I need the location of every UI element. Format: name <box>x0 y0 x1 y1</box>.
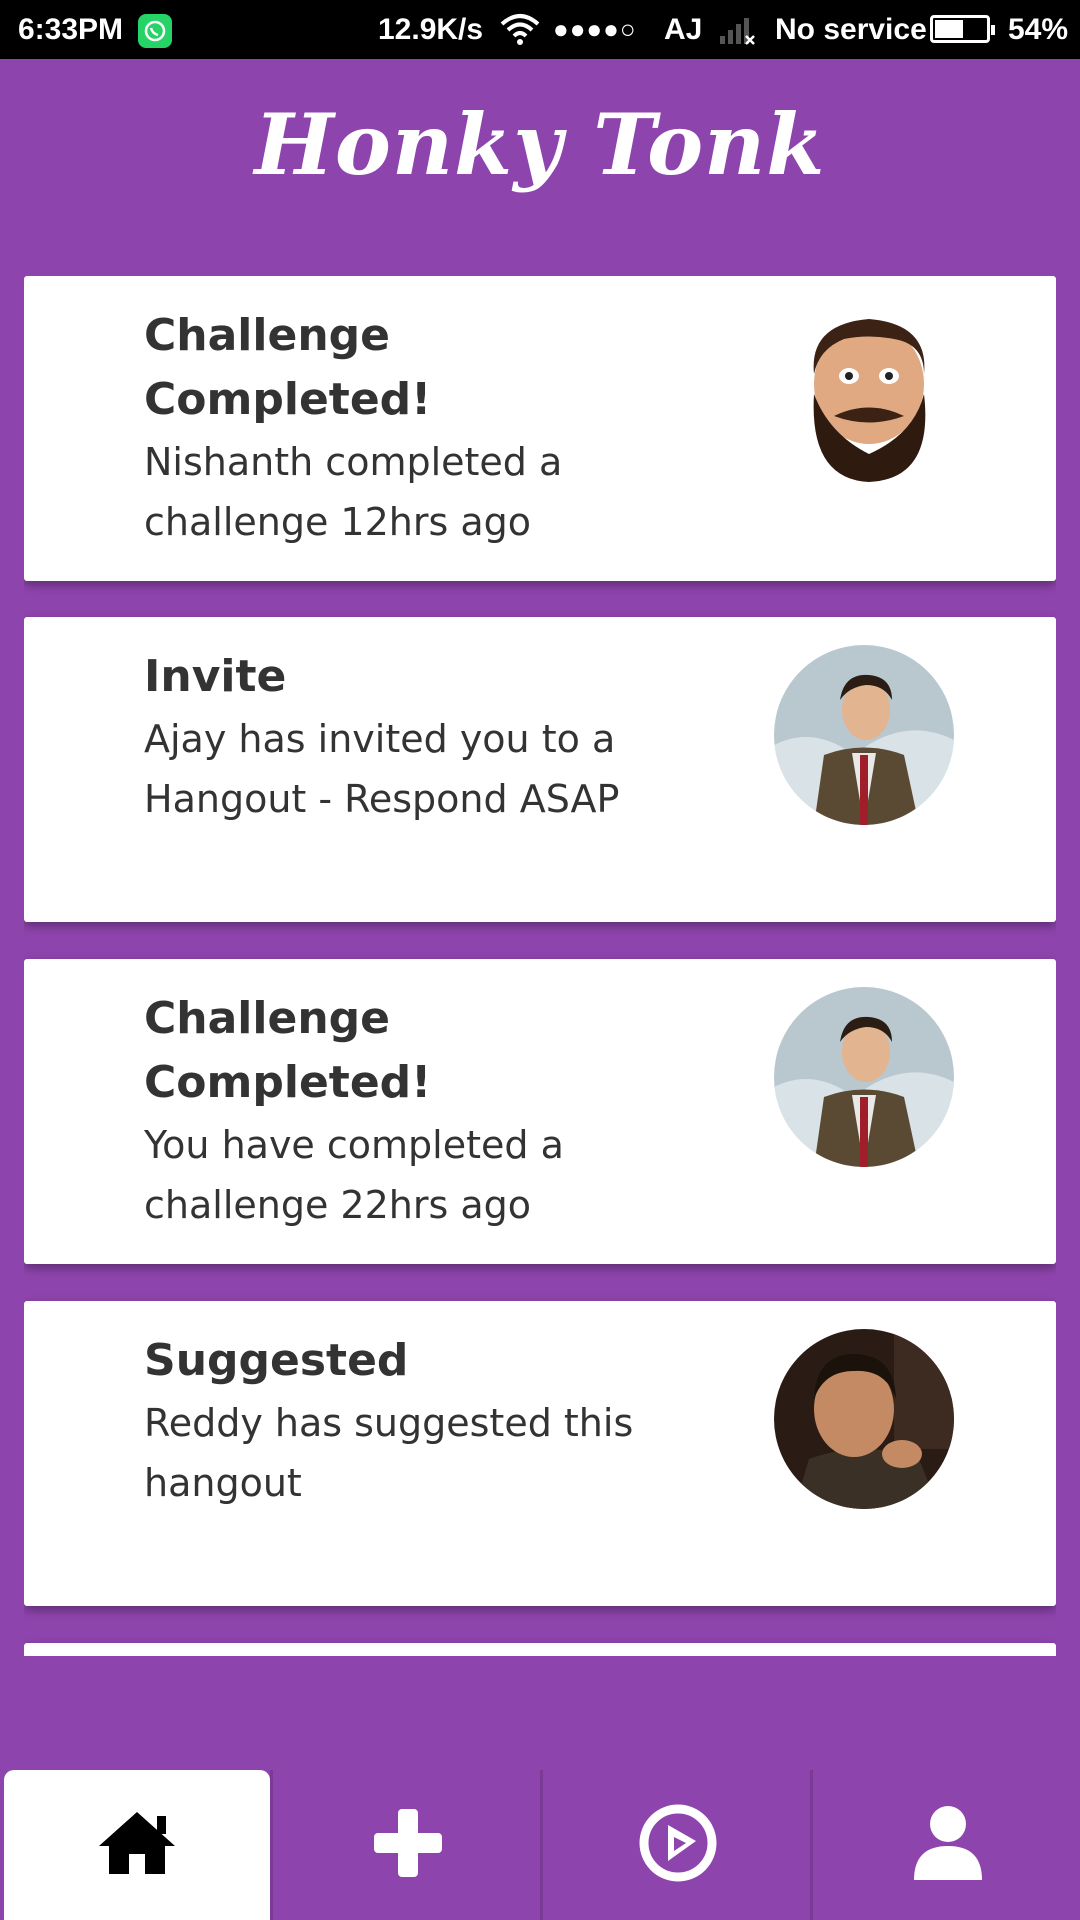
whatsapp-icon <box>138 14 172 48</box>
network-speed: 12.9K/s <box>378 12 484 46</box>
notification-title: Suggested <box>144 1335 409 1386</box>
status-bar: 6:33PM 12.9K/s ●●●●○ AJ No service 54% <box>0 0 1080 59</box>
notification-feed[interactable]: Challenge Completed! Nishanth completed … <box>24 276 1056 1656</box>
status-time: 6:33PM <box>18 12 124 46</box>
tab-home[interactable] <box>4 1770 270 1920</box>
notification-description: You have completed a challenge 22hrs ago <box>144 1123 564 1227</box>
tab-explore[interactable] <box>543 1770 813 1920</box>
app-title: Honky Tonk <box>254 95 826 194</box>
bottom-navigation <box>0 1770 1080 1920</box>
notification-description: Reddy has suggested this hangout <box>144 1401 634 1505</box>
wifi-icon <box>500 12 540 54</box>
notification-card[interactable]: Challenge Completed! You have completed … <box>24 959 1056 1264</box>
signal-strength-dots: ●●●●○ <box>553 14 637 44</box>
tab-profile[interactable] <box>813 1770 1080 1920</box>
man-pointing-avatar[interactable] <box>774 1329 954 1509</box>
tab-add[interactable] <box>273 1770 543 1920</box>
carrier-name: AJ <box>664 12 703 46</box>
man-in-suit-avatar[interactable] <box>774 645 954 825</box>
battery-icon <box>930 15 995 43</box>
home-icon <box>95 1808 179 1882</box>
user-icon <box>912 1804 984 1886</box>
plus-icon <box>372 1807 444 1883</box>
cellular-signal-icon <box>718 14 756 54</box>
battery-percent: 54% <box>1008 12 1069 46</box>
notification-description: Ajay has invited you to a Hangout - Resp… <box>144 717 620 821</box>
notification-title: Invite <box>144 651 287 702</box>
notification-title: Challenge Completed! <box>144 993 432 1108</box>
notification-description: Nishanth completed a challenge 12hrs ago <box>144 440 563 544</box>
no-service-label: No service <box>775 12 927 46</box>
notification-card[interactable] <box>24 1643 1056 1656</box>
notification-card[interactable]: Suggested Reddy has suggested this hango… <box>24 1301 1056 1606</box>
bearded-man-avatar[interactable] <box>774 304 954 484</box>
notification-title: Challenge Completed! <box>144 310 432 425</box>
notification-card[interactable]: Challenge Completed! Nishanth completed … <box>24 276 1056 581</box>
compass-icon <box>638 1803 718 1887</box>
notification-card[interactable]: Invite Ajay has invited you to a Hangout… <box>24 617 1056 922</box>
man-in-suit-avatar[interactable] <box>774 987 954 1167</box>
